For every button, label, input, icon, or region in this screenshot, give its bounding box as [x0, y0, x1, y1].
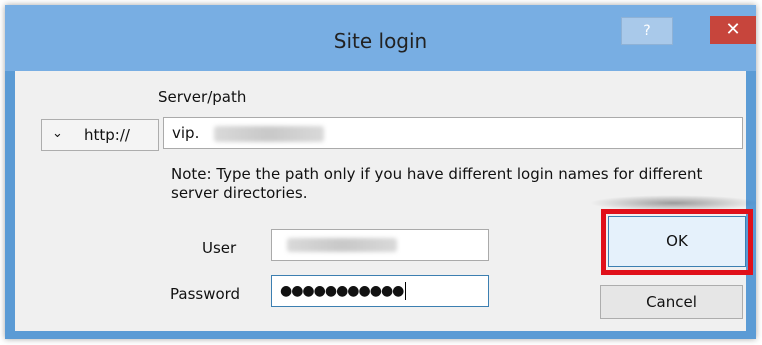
- password-mask: ●●●●●●●●●●●: [280, 283, 404, 299]
- server-path-label: Server/path: [158, 88, 247, 106]
- close-icon: ✕: [725, 19, 741, 40]
- title-bar[interactable]: Site login ? ✕: [5, 5, 756, 71]
- redacted-server-text: [214, 126, 324, 142]
- text-cursor: [405, 282, 407, 300]
- help-button[interactable]: ?: [621, 17, 673, 45]
- cancel-button[interactable]: Cancel: [600, 285, 743, 319]
- password-input[interactable]: ●●●●●●●●●●●: [271, 275, 489, 307]
- close-button[interactable]: ✕: [710, 16, 756, 44]
- user-input[interactable]: [271, 229, 489, 261]
- user-label: User: [202, 239, 237, 257]
- dialog-body: Server/path ⌄ http:// vip. Note: Type th…: [15, 71, 759, 331]
- redacted-user-text: [287, 238, 397, 252]
- server-path-input[interactable]: vip.: [163, 117, 743, 149]
- help-icon: ?: [643, 23, 651, 39]
- server-path-value: vip.: [172, 124, 200, 142]
- password-label: Password: [170, 285, 241, 303]
- chevron-down-icon: ⌄: [52, 126, 63, 141]
- ok-highlight-box: [601, 209, 753, 275]
- protocol-selected-value: http://: [84, 126, 130, 144]
- protocol-select[interactable]: ⌄ http://: [41, 119, 159, 151]
- site-login-dialog: Site login ? ✕ Server/path ⌄ http:// vip…: [5, 5, 759, 339]
